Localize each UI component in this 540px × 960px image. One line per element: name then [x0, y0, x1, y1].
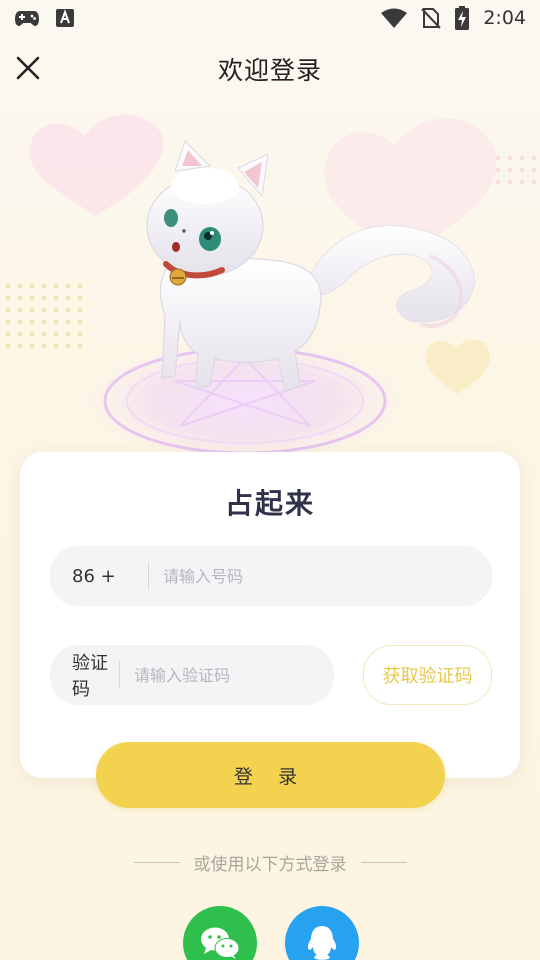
clock: 2:04: [483, 7, 526, 29]
wechat-login-button[interactable]: [183, 906, 257, 960]
header: 欢迎登录: [0, 40, 540, 98]
heart-decoration: [29, 114, 164, 216]
dot-pattern: [5, 283, 83, 349]
cat-tail: [304, 224, 476, 323]
gamepad-icon: [15, 11, 39, 26]
wechat-icon: [201, 927, 240, 959]
qq-icon: [307, 926, 337, 960]
cat-head: [146, 140, 269, 277]
brand-logo-text: 占起来: [224, 487, 315, 520]
field-divider: [148, 562, 149, 590]
heart-decoration: [425, 339, 490, 394]
qq-login-button[interactable]: [285, 906, 359, 960]
wifi-icon: [381, 8, 408, 28]
phone-input[interactable]: [163, 566, 492, 586]
status-bar: 2:04: [0, 0, 540, 36]
country-code[interactable]: 86 +: [50, 566, 148, 587]
get-code-button[interactable]: 获取验证码: [363, 645, 492, 705]
battery-charging-icon: [455, 6, 470, 30]
alt-login-text: 或使用以下方式登录: [193, 854, 347, 875]
divider-line: [133, 861, 180, 863]
divider-line: [360, 861, 407, 863]
login-card: 占起来 86 + 验证码 获取验证码: [20, 452, 520, 778]
phone-field[interactable]: 86 +: [50, 546, 492, 606]
dot-pattern: [495, 155, 537, 185]
alt-login-divider: 或使用以下方式登录: [0, 850, 540, 875]
font-a-icon: [56, 9, 74, 27]
page-title: 欢迎登录: [217, 56, 322, 85]
code-field[interactable]: 验证码: [50, 645, 334, 705]
no-sim-icon: [421, 8, 442, 29]
login-button[interactable]: 登 录: [96, 742, 445, 808]
hero-illustration: [5, 114, 537, 463]
code-label: 验证码: [72, 653, 108, 700]
code-input[interactable]: [134, 665, 334, 685]
field-divider: [119, 661, 120, 689]
close-icon[interactable]: [14, 54, 42, 82]
